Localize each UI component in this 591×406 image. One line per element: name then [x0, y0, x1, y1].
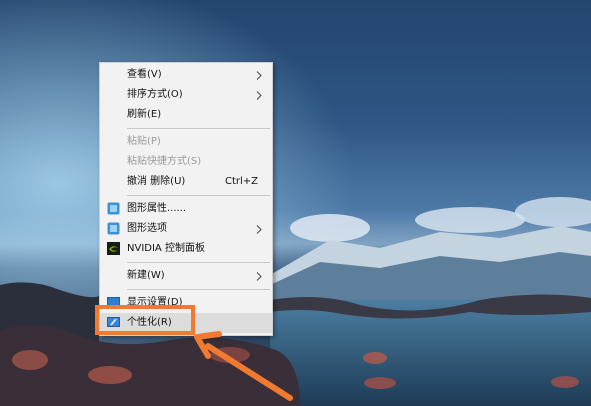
- annotation-arrow: [194, 331, 293, 401]
- desktop-wallpaper[interactable]: 查看(V) 排序方式(O) 刷新(E) 粘贴(P) 粘贴快捷方式(S) 撤消 删…: [0, 0, 591, 406]
